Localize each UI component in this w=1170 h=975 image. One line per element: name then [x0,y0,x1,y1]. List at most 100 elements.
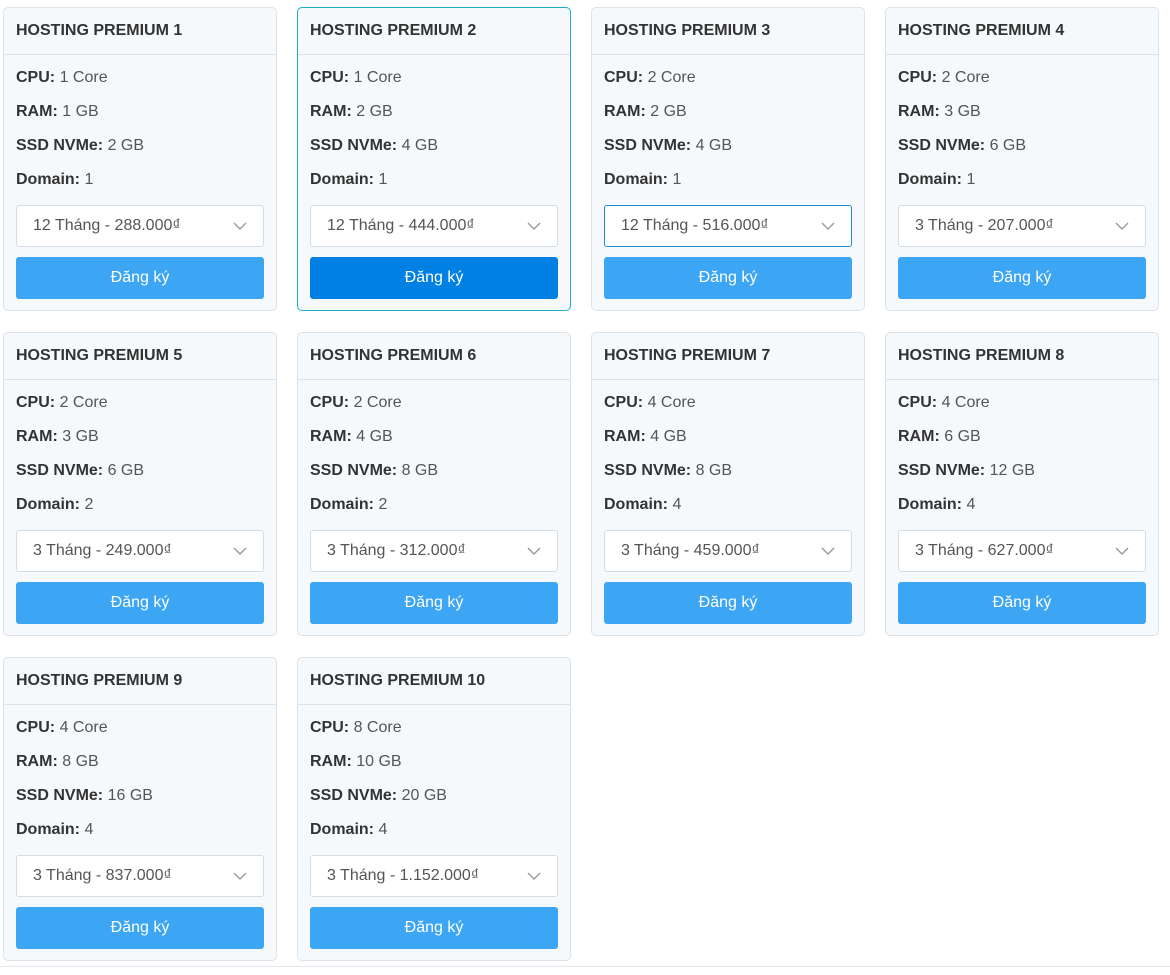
spec-ssd: SSD NVMe: 4 GB [604,136,852,170]
plan-title: HOSTING PREMIUM 5 [4,333,276,380]
plan-title: HOSTING PREMIUM 7 [592,333,864,380]
chevron-down-icon [821,222,835,230]
plan-specs: CPU: 1 Core RAM: 2 GB SSD NVMe: 4 GB Dom… [298,55,570,204]
spec-ssd: SSD NVMe: 4 GB [310,136,558,170]
register-button[interactable]: Đăng ký [604,582,852,624]
spec-label: Domain: [16,171,80,188]
spec-domain: Domain: 1 [604,170,852,204]
spec-value: 2 Core [941,69,990,86]
register-button[interactable]: Đăng ký [16,907,264,949]
spec-label: RAM: [604,103,646,120]
register-button[interactable]: Đăng ký [604,257,852,299]
spec-label: SSD NVMe: [898,137,986,154]
spec-value: 10 GB [356,753,402,770]
billing-cycle-select[interactable]: 3 Tháng - 312.000₫ [310,530,558,572]
billing-cycle-select[interactable]: 3 Tháng - 837.000₫ [16,855,264,897]
plan-card-10: HOSTING PREMIUM 10 CPU: 8 Core RAM: 10 G… [297,657,571,961]
spec-value: 4 [84,821,94,838]
spec-label: SSD NVMe: [16,137,104,154]
billing-cycle-select[interactable]: 12 Tháng - 444.000₫ [310,205,558,247]
spec-ram: RAM: 8 GB [16,752,264,786]
plan-title: HOSTING PREMIUM 6 [298,333,570,380]
spec-ram: RAM: 2 GB [310,102,558,136]
spec-value: 3 GB [944,103,981,120]
spec-value: 4 Core [647,394,696,411]
spec-label: Domain: [16,496,80,513]
plan-card-1: HOSTING PREMIUM 1 CPU: 1 Core RAM: 1 GB … [3,7,277,311]
register-button[interactable]: Đăng ký [310,582,558,624]
plan-title: HOSTING PREMIUM 1 [4,8,276,55]
spec-domain: Domain: 4 [16,820,264,854]
chevron-down-icon [233,547,247,555]
spec-ram: RAM: 2 GB [604,102,852,136]
register-button[interactable]: Đăng ký [16,257,264,299]
register-button[interactable]: Đăng ký [310,907,558,949]
register-button[interactable]: Đăng ký [898,257,1146,299]
spec-value: 4 GB [650,428,687,445]
spec-value: 1 [966,171,976,188]
plan-card-8: HOSTING PREMIUM 8 CPU: 4 Core RAM: 6 GB … [885,332,1159,636]
register-button[interactable]: Đăng ký [16,582,264,624]
plan-card-4: HOSTING PREMIUM 4 CPU: 2 Core RAM: 3 GB … [885,7,1159,311]
select-value: 3 Tháng - 627.000₫ [915,542,1054,559]
spec-ram: RAM: 3 GB [16,427,264,461]
spec-ram: RAM: 4 GB [310,427,558,461]
billing-cycle-select[interactable]: 3 Tháng - 1.152.000₫ [310,855,558,897]
spec-cpu: CPU: 4 Core [898,393,1146,427]
spec-value: 12 GB [989,462,1035,479]
plan-title: HOSTING PREMIUM 8 [886,333,1158,380]
billing-cycle-select[interactable]: 12 Tháng - 288.000₫ [16,205,264,247]
chevron-down-icon [233,222,247,230]
plan-specs: CPU: 4 Core RAM: 6 GB SSD NVMe: 12 GB Do… [886,380,1158,529]
spec-value: 3 GB [62,428,99,445]
plan-title: HOSTING PREMIUM 4 [886,8,1158,55]
spec-value: 1 GB [62,103,99,120]
spec-value: 20 GB [401,787,447,804]
billing-cycle-select[interactable]: 3 Tháng - 627.000₫ [898,530,1146,572]
spec-ram: RAM: 3 GB [898,102,1146,136]
spec-domain: Domain: 2 [310,495,558,529]
spec-value: 8 GB [401,462,439,479]
spec-cpu: CPU: 2 Core [898,68,1146,102]
chevron-down-icon [527,222,541,230]
spec-domain: Domain: 4 [898,495,1146,529]
spec-label: RAM: [898,428,940,445]
spec-domain: Domain: 1 [898,170,1146,204]
spec-value: 4 [378,821,388,838]
spec-value: 2 Core [353,394,402,411]
spec-ssd: SSD NVMe: 16 GB [16,786,264,820]
spec-cpu: CPU: 2 Core [310,393,558,427]
select-value: 12 Tháng - 516.000₫ [621,217,769,234]
spec-value: 4 GB [356,428,393,445]
spec-ram: RAM: 1 GB [16,102,264,136]
register-button[interactable]: Đăng ký [898,582,1146,624]
spec-value: 4 GB [401,137,439,154]
select-value: 3 Tháng - 1.152.000₫ [327,867,480,884]
spec-label: RAM: [604,428,646,445]
plan-specs: CPU: 2 Core RAM: 3 GB SSD NVMe: 6 GB Dom… [886,55,1158,204]
spec-cpu: CPU: 1 Core [16,68,264,102]
chevron-down-icon [1115,547,1129,555]
spec-value: 8 GB [695,462,733,479]
chevron-down-icon [527,547,541,555]
billing-cycle-select[interactable]: 3 Tháng - 249.000₫ [16,530,264,572]
spec-ssd: SSD NVMe: 6 GB [898,136,1146,170]
spec-label: RAM: [310,103,352,120]
spec-value: 2 GB [107,137,145,154]
register-button[interactable]: Đăng ký [310,257,558,299]
spec-value: 16 GB [107,787,153,804]
spec-value: 1 Core [59,69,108,86]
spec-label: Domain: [604,496,668,513]
billing-cycle-select[interactable]: 3 Tháng - 207.000₫ [898,205,1146,247]
spec-ram: RAM: 10 GB [310,752,558,786]
plan-title: HOSTING PREMIUM 9 [4,658,276,705]
plan-title: HOSTING PREMIUM 2 [298,8,570,55]
billing-cycle-select[interactable]: 12 Tháng - 516.000₫ [604,205,852,247]
spec-value: 2 GB [650,103,687,120]
spec-label: Domain: [898,496,962,513]
chevron-down-icon [233,872,247,880]
spec-label: RAM: [16,428,58,445]
plan-specs: CPU: 2 Core RAM: 2 GB SSD NVMe: 4 GB Dom… [592,55,864,204]
spec-cpu: CPU: 2 Core [16,393,264,427]
billing-cycle-select[interactable]: 3 Tháng - 459.000₫ [604,530,852,572]
